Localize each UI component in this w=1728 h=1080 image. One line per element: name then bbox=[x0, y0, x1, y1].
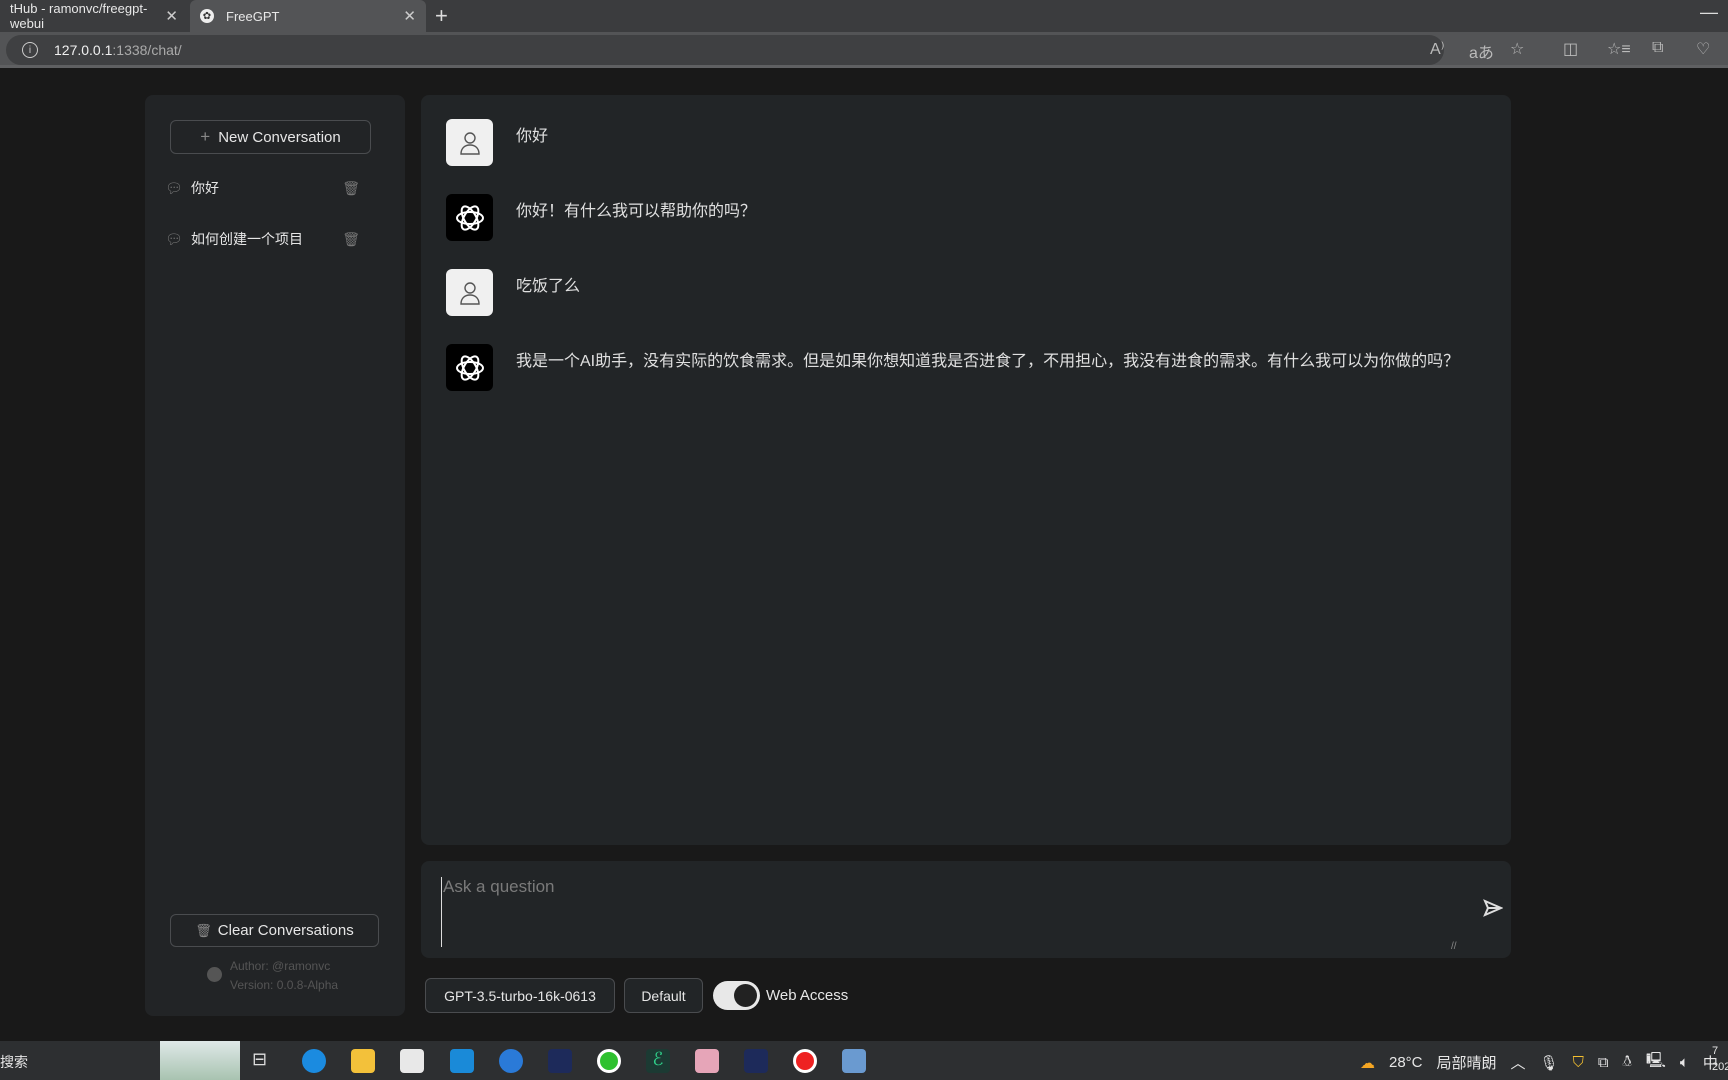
resize-handle-icon[interactable]: // bbox=[1451, 941, 1457, 952]
read-aloud-icon[interactable]: A⁾ bbox=[1430, 39, 1445, 59]
user-avatar-icon bbox=[446, 269, 493, 316]
info-icon[interactable]: i bbox=[22, 42, 38, 58]
taskbar-search[interactable]: 搜索 bbox=[0, 1052, 28, 1072]
conversation-item[interactable]: 💬︎ 你好 🗑︎ bbox=[165, 173, 385, 203]
weather-temp[interactable]: 28°C bbox=[1389, 1054, 1423, 1071]
app-anime-icon[interactable] bbox=[695, 1049, 719, 1073]
new-tab-icon[interactable]: + bbox=[435, 3, 448, 29]
credits: Author: @ramonvc Version: 0.0.8-Alpha bbox=[230, 957, 338, 995]
clock-date: 202 bbox=[1712, 1061, 1728, 1073]
message-user: 吃饭了么 bbox=[446, 269, 580, 316]
browser-essentials-icon[interactable]: ♡ bbox=[1696, 39, 1710, 59]
favorites-icon[interactable]: ☆≡ bbox=[1607, 39, 1631, 59]
tab-freegpt[interactable]: ✿ FreeGPT ✕ bbox=[190, 0, 426, 32]
message-text: 我是一个AI助手，没有实际的饮食需求。但是如果你想知道我是否进食了，不用担心，我… bbox=[516, 353, 1460, 370]
send-icon[interactable] bbox=[1483, 899, 1504, 922]
search-highlight-image bbox=[160, 1041, 240, 1080]
file-explorer-icon[interactable] bbox=[351, 1049, 375, 1073]
split-screen-icon[interactable]: ◫ bbox=[1563, 39, 1578, 59]
plus-icon: + bbox=[200, 127, 211, 146]
new-conversation-label: New Conversation bbox=[218, 128, 341, 146]
message-assistant: 我是一个AI助手，没有实际的饮食需求。但是如果你想知道我是否进食了，不用担心，我… bbox=[446, 344, 1459, 391]
question-input[interactable] bbox=[441, 877, 1441, 947]
close-tab-icon[interactable]: ✕ bbox=[403, 7, 416, 25]
display-icon[interactable]: ⧉ bbox=[1598, 1054, 1609, 1071]
address-bar: i 127.0.0.1:1338/chat/ A⁾ aあ ☆ ◫ ☆≡ ⧉ ♡ bbox=[0, 32, 1728, 68]
translate-icon[interactable]: aあ bbox=[1469, 39, 1494, 63]
clear-conversations-label: Clear Conversations bbox=[217, 922, 354, 939]
web-access-label: Web Access bbox=[766, 987, 849, 1004]
trash-icon[interactable]: 🗑︎ bbox=[342, 180, 360, 197]
version-text: Version: 0.0.8-Alpha bbox=[230, 978, 339, 992]
new-conversation-button[interactable]: + New Conversation bbox=[170, 120, 371, 154]
weather-icon[interactable]: ☁ bbox=[1360, 1054, 1375, 1072]
tab-github[interactable]: tHub - ramonvc/freegpt-webui ✕ bbox=[0, 0, 188, 32]
message-assistant: 你好！有什么我可以帮助你的吗？ bbox=[446, 194, 756, 241]
network-icon[interactable]: 🖳︎ bbox=[1646, 1050, 1666, 1075]
url-path: :1338/chat/ bbox=[112, 42, 182, 58]
message-text: 你好！有什么我可以帮助你的吗？ bbox=[516, 203, 757, 220]
chat-bubbles-icon: 💬︎ bbox=[165, 230, 183, 247]
app-green-dot-icon[interactable] bbox=[597, 1049, 621, 1073]
edge-icon[interactable] bbox=[302, 1049, 326, 1073]
browser-tab-bar: tHub - ramonvc/freegpt-webui ✕ ✿ FreeGPT ✕ … bbox=[0, 0, 1728, 32]
app-cat2-icon[interactable] bbox=[744, 1049, 768, 1073]
clock-time: 7 bbox=[1712, 1045, 1719, 1057]
trash-icon[interactable]: 🗑︎ bbox=[342, 231, 360, 248]
conversation-title: 如何创建一个项目 bbox=[191, 231, 303, 247]
tab-title: FreeGPT bbox=[226, 8, 280, 24]
app-bolt-icon[interactable] bbox=[499, 1049, 523, 1073]
github-icon[interactable] bbox=[207, 967, 222, 982]
clock[interactable]: 7 202 bbox=[1712, 1043, 1728, 1075]
message-text: 你好 bbox=[516, 128, 549, 145]
qq-icon[interactable]: 🐧︎ bbox=[1623, 1053, 1632, 1072]
model-select[interactable]: GPT-3.5-turbo-16k-0613 bbox=[425, 978, 615, 1013]
task-view-icon[interactable]: ⊟ bbox=[252, 1049, 276, 1073]
clear-conversations-button[interactable]: 🗑︎ Clear Conversations bbox=[170, 914, 379, 947]
system-tray: ☁ 28°C 局部晴朗 ︿ 🎙︎ ⛉ ⧉ 🐧︎ 🖳︎ 🔈︎ 中 bbox=[1360, 1050, 1718, 1075]
conversation-item[interactable]: 💬︎ 如何创建一个项目 🗑︎ bbox=[165, 224, 385, 254]
volume-icon[interactable]: 🔈︎ bbox=[1680, 1054, 1689, 1071]
url-host: 127.0.0.1 bbox=[54, 42, 113, 58]
store-icon[interactable] bbox=[400, 1049, 424, 1073]
openai-logo-icon bbox=[446, 194, 493, 241]
web-access-toggle[interactable] bbox=[713, 981, 760, 1010]
favorite-star-icon[interactable]: ☆ bbox=[1510, 39, 1524, 59]
chat-bubbles-icon: 💬︎ bbox=[165, 179, 183, 196]
microphone-icon[interactable]: 🎙︎ bbox=[1540, 1054, 1559, 1072]
sidebar: + New Conversation 💬︎ 你好 🗑︎ 💬︎ 如何创建一个项目 🗑︎ 🗑︎… bbox=[145, 95, 405, 1016]
app-cat-icon[interactable] bbox=[548, 1049, 572, 1073]
toggle-knob bbox=[734, 984, 757, 1007]
message-user: 你好 bbox=[446, 119, 548, 166]
message-input-box: // bbox=[421, 861, 1511, 958]
openai-favicon-icon: ✿ bbox=[200, 9, 214, 23]
chevron-up-icon[interactable]: ︿ bbox=[1511, 1052, 1526, 1073]
user-avatar-icon bbox=[446, 119, 493, 166]
app-e-icon[interactable]: ℰ bbox=[646, 1049, 670, 1073]
chat-messages: 你好 你好！有什么我可以帮助你的吗？ 吃饭了么 我是一个AI助手，没有实际的饮食… bbox=[421, 95, 1511, 845]
conversation-title: 你好 bbox=[191, 180, 219, 196]
url-input[interactable]: i 127.0.0.1:1338/chat/ bbox=[6, 35, 1444, 65]
close-tab-icon[interactable]: ✕ bbox=[165, 7, 178, 25]
trash-icon: 🗑︎ bbox=[195, 922, 212, 938]
mail-icon[interactable] bbox=[450, 1049, 474, 1073]
record-icon[interactable] bbox=[793, 1049, 817, 1073]
collections-icon[interactable]: ⧉ bbox=[1652, 39, 1663, 57]
tab-title: tHub - ramonvc/freegpt-webui bbox=[10, 1, 148, 31]
author-link[interactable]: Author: @ramonvc bbox=[230, 957, 338, 976]
minimize-icon[interactable]: — bbox=[1700, 2, 1718, 23]
persona-select[interactable]: Default bbox=[624, 978, 703, 1013]
openai-logo-icon bbox=[446, 344, 493, 391]
shield-icon[interactable]: ⛉ bbox=[1573, 1054, 1584, 1071]
python-icon[interactable] bbox=[842, 1049, 866, 1073]
message-text: 吃饭了么 bbox=[516, 278, 581, 295]
weather-desc[interactable]: 局部晴朗 bbox=[1437, 1052, 1497, 1073]
